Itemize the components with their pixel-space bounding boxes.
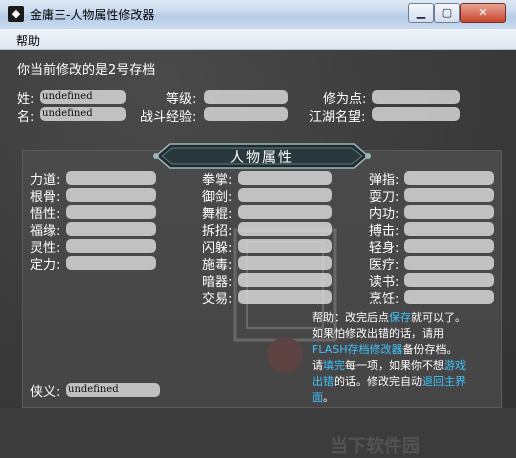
stat-field[interactable]: [404, 205, 494, 219]
help-line: 备份存档。: [402, 343, 458, 356]
flash-editor-link[interactable]: FLASH存档修改器: [312, 343, 403, 356]
stat-field[interactable]: [238, 273, 332, 287]
stat-field[interactable]: [238, 205, 332, 219]
app-icon: ◆: [8, 6, 24, 22]
game-link[interactable]: 游戏: [444, 359, 466, 372]
level-field[interactable]: [204, 90, 288, 104]
minimize-button[interactable]: ▁: [408, 3, 434, 23]
given-name-label: 名:: [17, 110, 35, 125]
help-line: 如果怕修改出错的话，请用: [312, 327, 444, 340]
points-label: 修为点:: [323, 92, 367, 107]
chivalry-label: 侠义:: [30, 385, 61, 400]
return-main-link[interactable]: 退回主界: [422, 375, 466, 388]
window-title: 金庸三-人物属性修改器: [30, 8, 155, 22]
surname-label: 姓:: [17, 92, 35, 107]
exp-field[interactable]: [204, 107, 288, 121]
stat-field[interactable]: [66, 222, 156, 236]
stat-field[interactable]: [238, 222, 332, 236]
chivalry-field[interactable]: undefined: [66, 383, 160, 397]
stat-field[interactable]: [404, 222, 494, 236]
fame-field[interactable]: [372, 107, 460, 121]
close-button[interactable]: ✕: [460, 3, 506, 23]
return-main-link-tail[interactable]: 面: [312, 391, 323, 404]
menu-bar: 帮助: [0, 29, 516, 50]
help-text: 帮助：改完后点保存就可以了。 如果怕修改出错的话，请用 FLASH存档修改器备份…: [312, 310, 502, 406]
stat-field[interactable]: [404, 256, 494, 270]
stat-field[interactable]: [238, 290, 332, 304]
current-save-label: 你当前修改的是2号存档: [17, 63, 156, 78]
help-line: 请: [312, 359, 323, 372]
stat-label: 交易:: [202, 292, 233, 307]
panel-title: 人物属性: [230, 150, 294, 166]
help-line: 。: [323, 391, 334, 404]
menu-help[interactable]: 帮助: [16, 32, 40, 49]
stat-field[interactable]: [404, 188, 494, 202]
stat-field[interactable]: [66, 256, 156, 270]
title-bar: ◆ 金庸三-人物属性修改器 ▁ ▢ ✕: [0, 0, 516, 30]
stat-field[interactable]: [66, 188, 156, 202]
stat-field[interactable]: [404, 273, 494, 287]
given-name-field[interactable]: undefined: [40, 107, 126, 121]
level-label: 等级:: [166, 92, 197, 107]
stat-field[interactable]: [238, 171, 332, 185]
stat-field[interactable]: [404, 290, 494, 304]
stat-field[interactable]: [238, 256, 332, 270]
fill-link[interactable]: 填完: [323, 359, 345, 372]
stat-field[interactable]: [238, 239, 332, 253]
help-line: 就可以了。: [411, 311, 466, 324]
watermark-logo-text: 当下软件园: [330, 436, 420, 457]
error-link[interactable]: 出错: [312, 375, 334, 388]
help-line: 帮助：改完后点: [312, 311, 389, 324]
help-line: 的话。修改完自动: [334, 375, 422, 388]
stat-field[interactable]: [66, 171, 156, 185]
surname-field[interactable]: undefined: [40, 90, 126, 104]
save-link[interactable]: 保存: [389, 311, 411, 324]
help-line: 每一项，如果你不想: [345, 359, 444, 372]
stat-field[interactable]: [66, 239, 156, 253]
fame-label: 江湖名望:: [309, 110, 366, 125]
stat-field[interactable]: [404, 171, 494, 185]
stat-field[interactable]: [238, 188, 332, 202]
stat-field[interactable]: [66, 205, 156, 219]
points-field[interactable]: [372, 90, 460, 104]
exp-label: 战斗经验:: [140, 110, 197, 125]
stat-label: 烹饪:: [369, 292, 400, 307]
main-content: 你当前修改的是2号存档 姓: undefined 名: undefined 等级…: [0, 50, 516, 457]
maximize-button[interactable]: ▢: [434, 3, 460, 23]
app-window: ◆ 金庸三-人物属性修改器 ▁ ▢ ✕ 帮助 你当前修改的是2号存档 姓: un…: [0, 0, 516, 457]
stat-label: 定力:: [30, 258, 61, 273]
stat-field[interactable]: [404, 239, 494, 253]
